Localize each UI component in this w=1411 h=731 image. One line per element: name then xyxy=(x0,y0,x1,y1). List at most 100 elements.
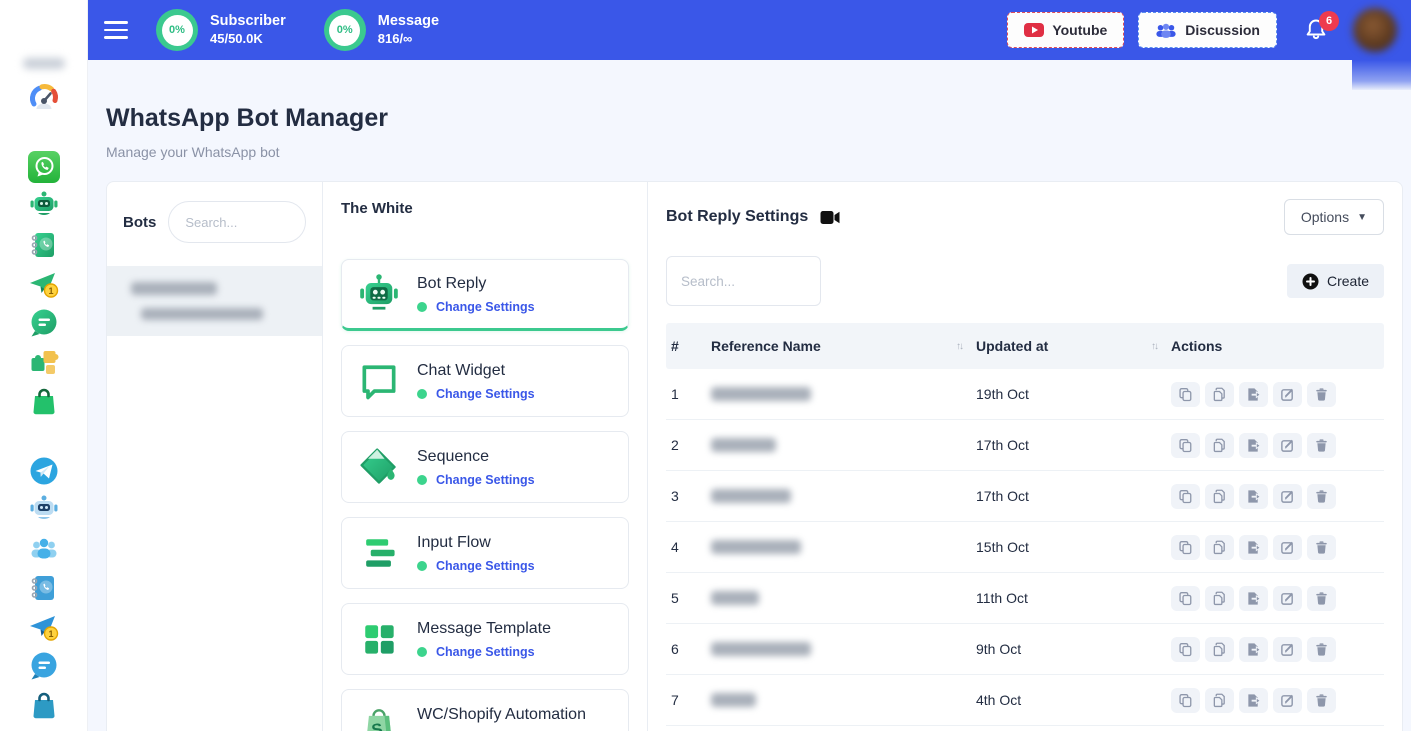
bot-manager-card: Bots The White xyxy=(106,181,1403,731)
sort-icon[interactable]: ↑↓ xyxy=(956,341,976,352)
change-settings-link[interactable]: Change Settings xyxy=(436,559,535,573)
sidebar-item-telegram-chat[interactable] xyxy=(27,649,61,683)
broadcast-blue-icon: 1 xyxy=(28,611,60,643)
discussion-button[interactable]: Discussion xyxy=(1138,12,1277,48)
sidebar-item-telegram-bot[interactable] xyxy=(27,493,61,527)
setting-card-message-template[interactable]: Message Template Change Settings xyxy=(341,603,629,675)
duplicate-button[interactable] xyxy=(1205,433,1234,458)
row-number: 5 xyxy=(666,590,711,606)
sidebar-item-whatsapp-bot[interactable] xyxy=(27,189,61,223)
export-button[interactable] xyxy=(1239,433,1268,458)
message-progress-ring: 0% xyxy=(324,9,366,51)
sidebar-item-telegram[interactable] xyxy=(27,454,61,488)
edit-button[interactable] xyxy=(1273,637,1302,662)
export-icon xyxy=(1246,438,1261,453)
youtube-button[interactable]: Youtube xyxy=(1007,12,1124,48)
delete-button[interactable] xyxy=(1307,688,1336,713)
notifications-button[interactable]: 6 xyxy=(1299,13,1333,47)
setting-card-label: Chat Widget xyxy=(417,362,535,380)
status-dot xyxy=(417,647,427,657)
broadcast-green-icon: 1 xyxy=(28,268,60,300)
delete-button[interactable] xyxy=(1307,586,1336,611)
duplicate-button[interactable] xyxy=(1205,535,1234,560)
notification-count-badge: 6 xyxy=(1319,11,1339,31)
duplicate-button[interactable] xyxy=(1205,382,1234,407)
copy-button[interactable] xyxy=(1171,688,1200,713)
edit-icon xyxy=(1280,387,1295,402)
sidebar-item-dashboard[interactable] xyxy=(27,80,61,114)
delete-button[interactable] xyxy=(1307,433,1336,458)
edit-button[interactable] xyxy=(1273,382,1302,407)
edit-button[interactable] xyxy=(1273,535,1302,560)
copy-button[interactable] xyxy=(1171,433,1200,458)
table-row: 4 15th Oct xyxy=(666,522,1384,573)
delete-button[interactable] xyxy=(1307,484,1336,509)
robot-icon xyxy=(356,271,402,317)
table-row: 7 4th Oct xyxy=(666,675,1384,726)
setting-card-chat-widget[interactable]: Chat Widget Change Settings xyxy=(341,345,629,417)
bot-list-item-selected[interactable] xyxy=(107,266,322,336)
col-header-num: # xyxy=(666,338,711,354)
options-button[interactable]: Options ▼ xyxy=(1284,199,1384,235)
edit-button[interactable] xyxy=(1273,586,1302,611)
sidebar-item-telegram-contacts[interactable] xyxy=(27,571,61,605)
export-button[interactable] xyxy=(1239,535,1268,560)
change-settings-link[interactable]: Change Settings xyxy=(436,645,535,659)
duplicate-button[interactable] xyxy=(1205,586,1234,611)
avatar-dropdown-spill xyxy=(1352,60,1411,90)
edit-button[interactable] xyxy=(1273,484,1302,509)
delete-button[interactable] xyxy=(1307,637,1336,662)
svg-text:1: 1 xyxy=(48,286,53,296)
col-header-reference-name[interactable]: Reference Name ↑↓ xyxy=(711,338,976,354)
bot-settings-panel: The White xyxy=(323,182,648,731)
sidebar-item-telegram-group[interactable] xyxy=(27,532,61,566)
video-camera-icon[interactable] xyxy=(820,210,840,225)
change-settings-link[interactable]: Change Settings xyxy=(436,387,535,401)
sidebar-item-telegram-store[interactable] xyxy=(27,688,61,722)
export-button[interactable] xyxy=(1239,637,1268,662)
table-row: 3 17th Oct xyxy=(666,471,1384,522)
copy-button[interactable] xyxy=(1171,382,1200,407)
change-settings-link[interactable]: Change Settings xyxy=(436,300,535,314)
status-dot xyxy=(417,302,427,312)
copy-button[interactable] xyxy=(1171,637,1200,662)
reference-name-redacted xyxy=(711,540,801,554)
setting-card-sequence[interactable]: Sequence Change Settings xyxy=(341,431,629,503)
duplicate-button[interactable] xyxy=(1205,688,1234,713)
sidebar-item-whatsapp-contacts[interactable] xyxy=(27,228,61,262)
export-button[interactable] xyxy=(1239,382,1268,407)
edit-button[interactable] xyxy=(1273,688,1302,713)
sort-icon[interactable]: ↑↓ xyxy=(1151,341,1171,352)
change-settings-link[interactable]: Change Settings xyxy=(436,473,535,487)
menu-toggle-button[interactable] xyxy=(104,17,134,43)
copy-button[interactable] xyxy=(1171,586,1200,611)
row-number: 7 xyxy=(666,692,711,708)
settings-table-title: Bot Reply Settings xyxy=(666,208,808,226)
delete-button[interactable] xyxy=(1307,382,1336,407)
sidebar-item-whatsapp-broadcast[interactable]: 1 xyxy=(27,267,61,301)
sidebar-item-whatsapp[interactable] xyxy=(27,150,61,184)
duplicate-button[interactable] xyxy=(1205,637,1234,662)
edit-button[interactable] xyxy=(1273,433,1302,458)
sidebar-item-telegram-broadcast[interactable]: 1 xyxy=(27,610,61,644)
setting-card-wc-shopify[interactable]: S WC/Shopify Automation Change Settings xyxy=(341,689,629,731)
sidebar-item-whatsapp-integrations[interactable] xyxy=(27,345,61,379)
export-button[interactable] xyxy=(1239,586,1268,611)
table-row: 6 9th Oct xyxy=(666,624,1384,675)
bots-search-input[interactable] xyxy=(168,201,306,243)
copy-button[interactable] xyxy=(1171,484,1200,509)
user-avatar[interactable] xyxy=(1353,8,1397,52)
setting-card-input-flow[interactable]: Input Flow Change Settings xyxy=(341,517,629,589)
col-header-updated-at[interactable]: Updated at ↑↓ xyxy=(976,338,1171,354)
updated-at-value: 4th Oct xyxy=(976,692,1171,708)
setting-card-bot-reply[interactable]: Bot Reply Change Settings xyxy=(341,259,629,331)
export-button[interactable] xyxy=(1239,688,1268,713)
sidebar-item-whatsapp-chat[interactable] xyxy=(27,306,61,340)
duplicate-button[interactable] xyxy=(1205,484,1234,509)
sidebar-item-whatsapp-store[interactable] xyxy=(27,384,61,418)
delete-button[interactable] xyxy=(1307,535,1336,560)
export-button[interactable] xyxy=(1239,484,1268,509)
copy-button[interactable] xyxy=(1171,535,1200,560)
table-search-input[interactable] xyxy=(666,256,821,306)
create-button[interactable]: Create xyxy=(1287,264,1384,298)
